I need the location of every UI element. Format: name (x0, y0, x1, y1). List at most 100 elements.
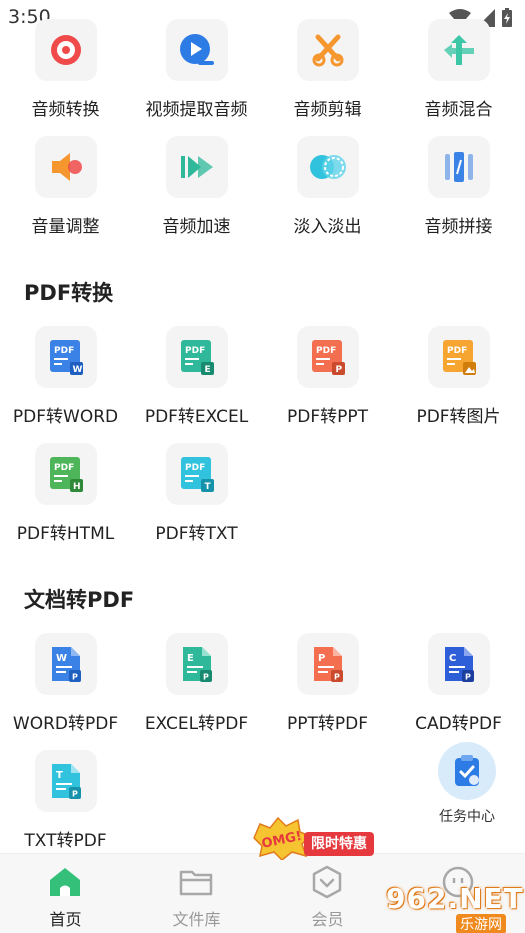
nav-vip[interactable]: 会员 (262, 854, 393, 933)
tile-label: PDF转WORD (12, 407, 119, 427)
pdf-to-word-tile[interactable]: PDF W PDF转WORD (0, 326, 131, 436)
ppt-to-pdf-icon: PP (297, 633, 359, 695)
svg-text:W: W (73, 365, 83, 375)
pdf-to-ppt-tile[interactable]: PDF P PDF转PPT (262, 326, 393, 436)
tile-label: PDF转TXT (155, 524, 238, 544)
nav-file-library[interactable]: 文件库 (131, 854, 262, 933)
svg-text:PDF: PDF (185, 346, 205, 356)
tile-label: TXT转PDF (24, 831, 107, 851)
txt-to-pdf-tile[interactable]: TP TXT转PDF (0, 750, 131, 860)
tool-audio-convert[interactable]: 音频转换 (0, 19, 131, 129)
scissors-icon (297, 19, 359, 81)
tile-label: CAD转PDF (415, 714, 502, 734)
task-center-label: 任务中心 (439, 809, 495, 825)
tile-label: 视频提取音频 (145, 100, 248, 120)
tile-label: 音频拼接 (424, 217, 493, 237)
pdf-to-txt-icon: PDF T (166, 443, 228, 505)
svg-text:P: P (318, 653, 325, 664)
pdf-to-ppt-icon: PDF P (297, 326, 359, 388)
nav-home[interactable]: 首页 (0, 854, 131, 933)
cad-to-pdf-tile[interactable]: CP CAD转PDF (393, 633, 524, 743)
section-title-doc-to-pdf: 文档转PDF (24, 588, 135, 612)
tile-label: PDF转EXCEL (144, 407, 249, 427)
svg-text:P: P (72, 790, 78, 799)
tile-label: PDF转HTML (16, 524, 115, 544)
tile-label: 音频转换 (31, 100, 100, 120)
fade-circles-icon (297, 136, 359, 198)
word-to-pdf-icon: WP (35, 633, 97, 695)
audio-tools-row-2: 音量调整 音频加速 淡入淡出 音频拼接 (0, 136, 525, 246)
tool-volume-adjust[interactable]: 音量调整 (0, 136, 131, 246)
tile-label: PDF转PPT (286, 407, 368, 427)
watermark-sub: 乐游网 (456, 914, 506, 933)
tile-label: 音频加速 (162, 217, 231, 237)
pdf-to-html-icon: PDF H (35, 443, 97, 505)
watermark-text: 962.NET (386, 882, 524, 915)
svg-text:T: T (56, 770, 63, 781)
nav-label: 首页 (49, 910, 82, 929)
excel-to-pdf-tile[interactable]: EP EXCEL转PDF (131, 633, 262, 743)
pdf-to-txt-tile[interactable]: PDF T PDF转TXT (131, 443, 262, 553)
svg-text:P: P (465, 673, 471, 682)
tile-label: 淡入淡出 (293, 217, 362, 237)
pdf-to-image-tile[interactable]: PDF PDF转图片 (393, 326, 524, 436)
svg-text:P: P (334, 673, 340, 682)
svg-text:P: P (336, 365, 343, 375)
task-center-button[interactable]: 任务中心 (436, 742, 498, 826)
svg-text:P: P (72, 673, 78, 682)
tile-label: 音频剪辑 (293, 100, 362, 120)
tile-label: 音量调整 (31, 217, 100, 237)
pdf-to-word-icon: PDF W (35, 326, 97, 388)
omg-burst-icon: OMG! (253, 816, 312, 860)
fast-forward-icon (166, 136, 228, 198)
promo-badge[interactable]: OMG! 限时特惠 (250, 816, 374, 860)
svg-text:T: T (205, 482, 212, 492)
music-disc-icon (35, 19, 97, 81)
svg-text:PDF: PDF (447, 346, 467, 356)
watermark: 962.NET 乐游网 (386, 882, 524, 933)
tool-audio-cut[interactable]: 音频剪辑 (262, 19, 393, 129)
tool-audio-mix[interactable]: 音频混合 (393, 19, 524, 129)
svg-text:E: E (205, 365, 211, 375)
tool-fade-in-out[interactable]: 淡入淡出 (262, 136, 393, 246)
nav-label: 文件库 (172, 910, 221, 929)
svg-text:P: P (203, 673, 209, 682)
clipboard-icon (438, 742, 496, 800)
tool-audio-splice[interactable]: 音频拼接 (393, 136, 524, 246)
svg-text:H: H (73, 482, 81, 492)
svg-text:PDF: PDF (54, 346, 74, 356)
svg-text:PDF: PDF (54, 463, 74, 473)
word-to-pdf-tile[interactable]: WP WORD转PDF (0, 633, 131, 743)
svg-text:E: E (187, 653, 194, 664)
pdf-convert-row-2: PDF H PDF转HTML PDF T PDF转TXT (0, 443, 525, 553)
section-title-pdf-convert: PDF转换 (24, 281, 114, 305)
pdf-convert-row-1: PDF W PDF转WORD PDF E PDF转EXCEL PDF P PDF转PP… (0, 326, 525, 436)
ppt-to-pdf-tile[interactable]: PP PPT转PDF (262, 633, 393, 743)
pdf-to-excel-tile[interactable]: PDF E PDF转EXCEL (131, 326, 262, 436)
tile-label: WORD转PDF (12, 714, 119, 734)
vip-shield-icon (312, 865, 342, 899)
speaker-icon (35, 136, 97, 198)
tool-audio-speed[interactable]: 音频加速 (131, 136, 262, 246)
splice-bars-icon (428, 136, 490, 198)
svg-text:W: W (56, 653, 67, 664)
audio-tools-row-1: 音频转换 视频提取音频 音频剪辑 音频混合 (0, 19, 525, 129)
pdf-to-html-tile[interactable]: PDF H PDF转HTML (0, 443, 131, 553)
tile-label: PDF转图片 (416, 407, 501, 427)
tool-video-extract-audio[interactable]: 视频提取音频 (131, 19, 262, 129)
pdf-to-excel-icon: PDF E (166, 326, 228, 388)
tile-label: PPT转PDF (286, 714, 368, 734)
doc-to-pdf-row-1: WP WORD转PDF EP EXCEL转PDF PP PPT转PDF CP C… (0, 633, 525, 743)
nav-label: 会员 (311, 910, 344, 929)
folder-icon (179, 870, 213, 896)
promo-badge-text: 限时特惠 (304, 832, 374, 856)
video-play-icon (166, 19, 228, 81)
merge-arrows-icon (428, 19, 490, 81)
svg-text:C: C (449, 653, 456, 664)
home-icon (50, 868, 80, 896)
pdf-to-image-icon: PDF (428, 326, 490, 388)
svg-text:PDF: PDF (185, 463, 205, 473)
svg-text:PDF: PDF (316, 346, 336, 356)
tile-label: EXCEL转PDF (144, 714, 249, 734)
cad-to-pdf-icon: CP (428, 633, 490, 695)
